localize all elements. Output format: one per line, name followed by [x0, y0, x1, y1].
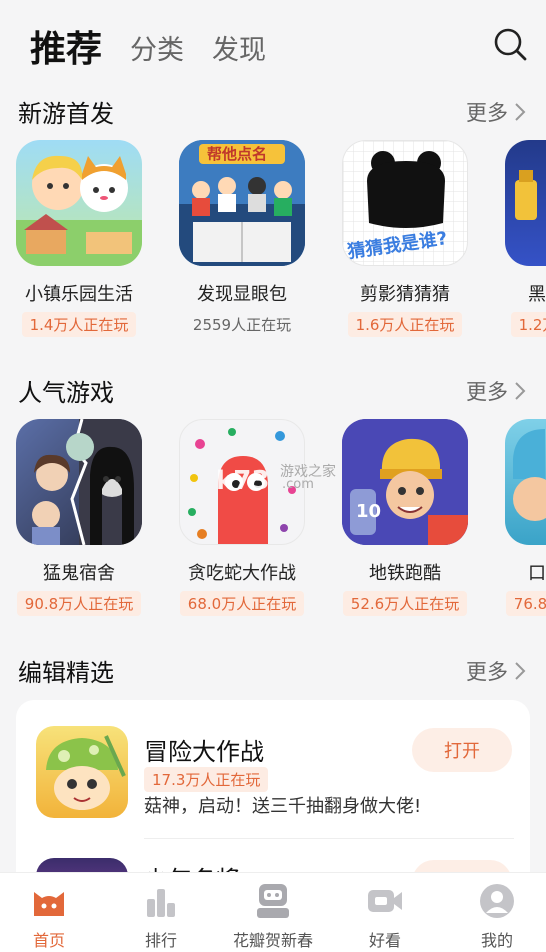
chevron-right-icon	[515, 662, 526, 680]
watermark-logo: k73	[216, 466, 270, 496]
players-count: 2559人正在玩	[192, 316, 292, 334]
watermark-domain: .com	[282, 477, 314, 492]
players-count: 52.6万人正在玩	[342, 591, 468, 616]
robot-gift-icon	[257, 884, 289, 918]
game-card[interactable]: 10 地铁跑酷 52.6万人正在玩	[335, 419, 475, 616]
game-description: 菇神，启动！送三千抽翻身做大佬!	[144, 796, 422, 817]
top-bar: 推荐 分类 发现	[0, 0, 546, 80]
open-button[interactable]: 打开	[412, 728, 512, 772]
game-name: 地铁跑酷	[369, 563, 441, 584]
nav-label: 花瓣贺新春	[232, 931, 313, 950]
nav-label: 我的	[480, 931, 513, 950]
search-icon[interactable]	[492, 26, 528, 62]
nav-watch[interactable]: 好看	[330, 883, 440, 951]
game-icon-find-show-off: 帮他点名	[179, 140, 305, 266]
more-label: 更多	[466, 380, 508, 404]
game-icon-partial	[505, 419, 546, 545]
popular-games-row: 猛鬼宿舍 90.8万人正在玩 k73 贪吃蛇大作战 68.0万人正在玩 游戏之家…	[0, 419, 546, 619]
players-count: 17.3万人正在玩	[144, 767, 269, 792]
section-title-new-games: 新游首发	[18, 100, 114, 128]
nav-label: 好看	[368, 931, 401, 950]
game-card[interactable]: 小镇乐园生活 1.4万人正在玩	[9, 140, 149, 337]
game-icon-mushroom-adventure[interactable]	[36, 726, 128, 818]
more-link-editor-picks[interactable]: 更多	[466, 656, 526, 686]
game-name: 口	[528, 563, 546, 584]
game-icon-partial	[505, 140, 546, 266]
section-title-editor-picks: 编辑精选	[18, 659, 114, 687]
more-link-new-games[interactable]: 更多	[466, 97, 526, 127]
game-name: 黑	[528, 284, 546, 305]
tab-recommend[interactable]: 推荐	[30, 20, 102, 72]
video-icon	[368, 890, 402, 912]
chevron-right-icon	[515, 103, 526, 121]
players-count: 90.8万人正在玩	[16, 591, 142, 616]
game-icon-town-life	[16, 140, 142, 266]
nav-ranking[interactable]: 排行	[106, 883, 216, 951]
new-games-row: 小镇乐园生活 1.4万人正在玩 帮他点名 发现显眼包 2559人正在玩 猜猜我是…	[0, 140, 546, 340]
game-name: 贪吃蛇大作战	[188, 563, 296, 584]
more-link-popular[interactable]: 更多	[466, 376, 526, 406]
game-card[interactable]: 帮他点名 发现显眼包 2559人正在玩	[172, 140, 312, 337]
game-card[interactable]: 猛鬼宿舍 90.8万人正在玩	[9, 419, 149, 616]
ranking-bars-icon	[147, 889, 175, 917]
players-count: 76.8万	[505, 591, 546, 616]
game-icon-ghost-dorm	[16, 419, 142, 545]
game-name: 剪影猜猜猜	[360, 284, 450, 305]
avatar-icon	[480, 884, 514, 918]
game-card[interactable]: 猜猜我是谁? 剪影猜猜猜 1.6万人正在玩	[335, 140, 475, 337]
game-name: 发现显眼包	[197, 284, 287, 305]
game-card[interactable]: 口 76.8万	[498, 419, 546, 616]
game-icon-silhouette-guess: 猜猜我是谁?	[342, 140, 468, 266]
nav-profile[interactable]: 我的	[442, 883, 546, 951]
players-count: 1.6万人正在玩	[347, 312, 463, 337]
game-name: 小镇乐园生活	[25, 284, 133, 305]
game-title[interactable]: 冒险大作战	[144, 732, 264, 767]
players-count: 1.4万人正在玩	[21, 312, 137, 337]
game-card[interactable]: 黑 1.2万	[498, 140, 546, 337]
divider	[144, 838, 514, 839]
game-name: 猛鬼宿舍	[43, 563, 115, 584]
more-label: 更多	[466, 660, 508, 684]
more-label: 更多	[466, 101, 508, 125]
tab-category[interactable]: 分类	[130, 28, 184, 67]
nav-label: 排行	[144, 931, 177, 950]
nav-spring-festival[interactable]: 花瓣贺新春	[218, 883, 328, 951]
section-title-popular: 人气游戏	[18, 379, 114, 407]
players-count: 68.0万人正在玩	[179, 591, 305, 616]
bottom-nav: 首页 排行 花瓣贺新春 好看 我的	[0, 872, 546, 952]
game-icon-subway-surfers: 10	[342, 419, 468, 545]
game-card[interactable]: k73 贪吃蛇大作战 68.0万人正在玩	[172, 419, 312, 616]
icon-number: 10	[356, 501, 382, 522]
nav-home[interactable]: 首页	[0, 883, 104, 951]
chevron-right-icon	[515, 382, 526, 400]
players-count: 1.2万	[510, 312, 546, 337]
nav-label: 首页	[32, 931, 65, 950]
tab-discover[interactable]: 发现	[212, 28, 266, 67]
home-cat-icon	[34, 892, 64, 916]
icon-banner-text: 帮他点名	[207, 145, 268, 163]
